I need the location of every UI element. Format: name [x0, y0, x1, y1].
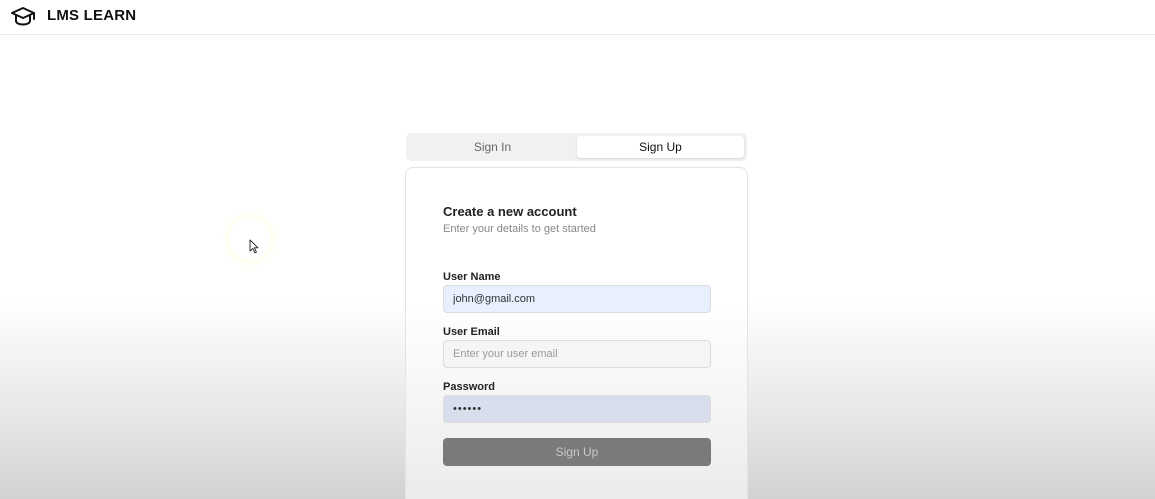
- email-input[interactable]: [443, 340, 711, 368]
- sign-up-button[interactable]: Sign Up: [443, 438, 711, 466]
- graduation-cap-icon[interactable]: [10, 4, 36, 28]
- password-input[interactable]: [443, 395, 711, 423]
- username-input[interactable]: [443, 285, 711, 313]
- top-header: LMS LEARN: [0, 0, 1155, 35]
- password-label: Password: [443, 381, 495, 393]
- username-label: User Name: [443, 271, 501, 283]
- auth-tabs: Sign In Sign Up: [406, 133, 747, 161]
- tab-sign-up[interactable]: Sign Up: [577, 136, 744, 158]
- form-title: Create a new account: [443, 204, 577, 219]
- form-subtitle: Enter your details to get started: [443, 223, 596, 235]
- signup-card: Create a new account Enter your details …: [405, 167, 748, 499]
- mouse-cursor-icon: [249, 239, 259, 254]
- email-label: User Email: [443, 326, 500, 338]
- app-name[interactable]: LMS LEARN: [47, 7, 136, 24]
- tab-sign-in[interactable]: Sign In: [409, 136, 576, 158]
